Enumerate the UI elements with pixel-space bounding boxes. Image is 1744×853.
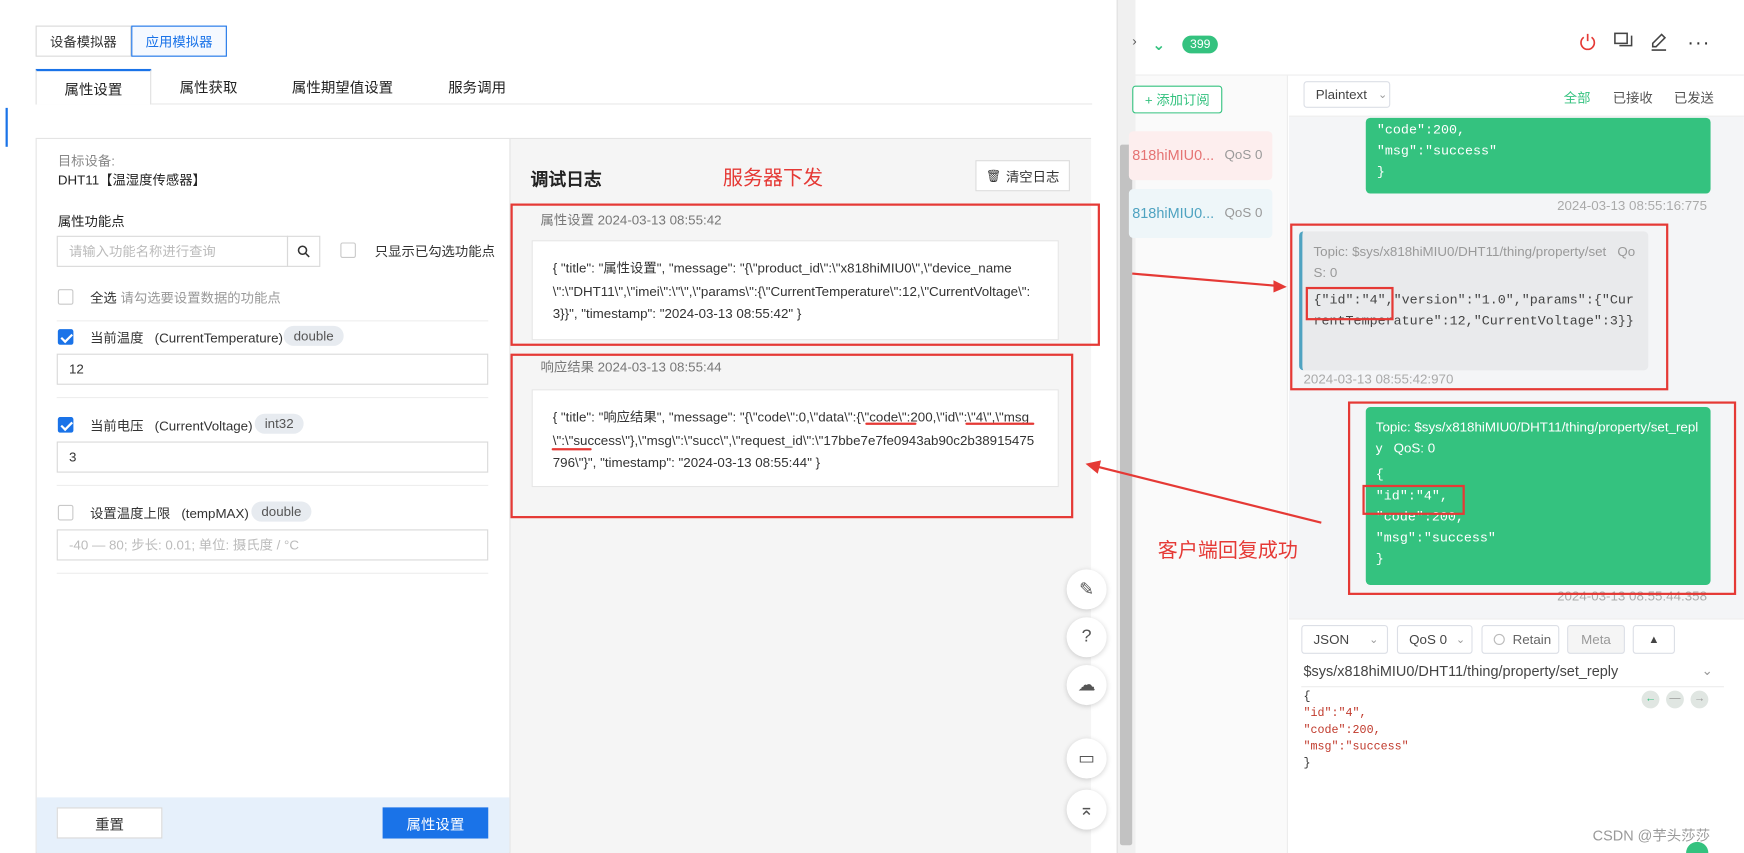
watermark: CSDN @芋头莎莎: [1592, 827, 1711, 845]
current-voltage-input[interactable]: 3: [56, 441, 489, 473]
only-checked-label: 只显示已勾选功能点: [374, 243, 495, 260]
only-checked-checkbox[interactable]: [340, 242, 356, 259]
next-icon[interactable]: →: [1690, 690, 1709, 709]
subtab-divider: [35, 103, 1093, 105]
select-all-label: 全选 请勾选要设置数据的功能点: [90, 290, 281, 306]
nav-indicator: [5, 107, 8, 147]
received-message-bubble: Topic: $sys/x818hiMIU0/DHT11/thing/prope…: [1299, 231, 1649, 371]
message-time: 2024-03-13 08:55:44:358: [1557, 588, 1708, 604]
log-entry-body: { "title": "属性设置", "message": "{\"produc…: [531, 240, 1059, 341]
sent-message-bubble: "code":200, "msg":"success"}: [1365, 117, 1711, 194]
underline-mark: [965, 422, 1035, 425]
add-subscription-button[interactable]: + 添加订阅: [1132, 85, 1223, 114]
property-search-input[interactable]: 请输入功能名称进行查询: [56, 235, 289, 267]
log-entry-header: 响应结果 2024-03-13 08:55:44: [540, 359, 722, 375]
previous-icon[interactable]: ←: [1641, 690, 1660, 709]
reset-icon[interactable]: —: [1666, 690, 1684, 709]
divider: [56, 572, 489, 574]
subscription-topic: 818hiMIU0...: [1132, 146, 1215, 164]
chevron-icon[interactable]: ›: [1132, 33, 1136, 49]
subscription-item[interactable]: 818hiMIU0... QoS 0: [1128, 189, 1273, 238]
publish-topic-input[interactable]: $sys/x818hiMIU0/DHT11/thing/property/set…: [1303, 663, 1618, 680]
tab-app-simulator[interactable]: 应用模拟器: [131, 25, 227, 57]
chevron-down-icon[interactable]: ⌄: [1702, 663, 1713, 679]
double-chevron-down-icon[interactable]: ⌄: [1152, 36, 1165, 55]
publish-format-select[interactable]: JSON ⌄: [1301, 625, 1389, 654]
support-icon[interactable]: ☁: [1066, 665, 1107, 706]
scroll-top-icon[interactable]: ⌅: [1066, 789, 1107, 830]
payload-format-select[interactable]: Plaintext ⌄: [1303, 81, 1391, 108]
edit-icon[interactable]: ✎: [1066, 569, 1107, 610]
message-time: 2024-03-13 08:55:42:970: [1303, 371, 1454, 388]
divider: [56, 484, 489, 486]
message-time: 2024-03-13 08:55:16:775: [1557, 197, 1708, 214]
chevron-down-icon: ⌄: [1455, 633, 1466, 646]
retain-toggle[interactable]: Retain: [1481, 625, 1560, 654]
chevron-down-icon: ⌄: [1378, 88, 1388, 101]
filter-all[interactable]: 全部: [1564, 88, 1591, 107]
filter-received[interactable]: 已接收: [1613, 88, 1653, 107]
scrollbar-thumb[interactable]: [1119, 144, 1133, 846]
debug-log-title: 调试日志: [530, 171, 602, 191]
subtab-property-get[interactable]: 属性获取: [161, 69, 256, 102]
property-label-current-temperature: 当前温度 (CurrentTemperature): [90, 330, 283, 346]
radio-icon: [1493, 633, 1505, 646]
divider: [1301, 686, 1724, 688]
reset-button[interactable]: 重置: [56, 807, 163, 839]
underline-mark: [551, 448, 592, 451]
search-button[interactable]: [286, 235, 321, 267]
subtab-service-call[interactable]: 服务调用: [434, 69, 521, 102]
type-tag: int32: [254, 413, 304, 434]
sent-message-bubble: Topic: $sys/x818hiMIU0/DHT11/thing/prope…: [1365, 407, 1711, 585]
temp-max-input[interactable]: -40 — 80; 步长: 0.01; 单位: 摄氏度 / °C: [56, 529, 489, 561]
property-checkbox-current-temperature[interactable]: [57, 329, 74, 345]
minimize-icon[interactable]: ▭: [1066, 738, 1107, 779]
more-icon[interactable]: ···: [1687, 31, 1710, 54]
meta-button[interactable]: Meta: [1567, 625, 1625, 654]
property-label-current-voltage: 当前电压 (CurrentVoltage): [90, 418, 253, 434]
subscription-item[interactable]: 818hiMIU0... QoS 0: [1128, 131, 1273, 181]
search-icon: [297, 245, 310, 258]
property-checkbox-temp-max[interactable]: [57, 504, 74, 521]
target-device-label: 目标设备:: [57, 153, 115, 170]
target-device-name: DHT11【温湿度传感器】: [57, 172, 206, 188]
underline-mark: [865, 422, 917, 425]
trash-icon: 🗑: [985, 169, 1002, 183]
property-points-label: 属性功能点: [57, 213, 125, 230]
subscription-qos: QoS 0: [1224, 146, 1263, 163]
current-temperature-input[interactable]: 12: [56, 353, 489, 385]
publish-payload-editor[interactable]: { "id":"4", "code":200, "msg":"success" …: [1303, 690, 1408, 773]
divider: [56, 397, 489, 399]
subscription-topic: 818hiMIU0...: [1132, 204, 1215, 222]
log-entry-header: 属性设置 2024-03-13 08:55:42: [540, 212, 722, 228]
filter-sent[interactable]: 已发送: [1674, 88, 1714, 107]
chevron-down-icon: ⌄: [1369, 633, 1379, 646]
publish-qos-select[interactable]: QoS 0 ⌄: [1396, 625, 1473, 654]
type-tag: double: [251, 501, 312, 522]
message-count-badge: 399: [1182, 35, 1219, 54]
type-tag: double: [283, 325, 344, 346]
annotation-client-reply: 客户端回复成功: [1157, 539, 1298, 562]
divider: [56, 320, 489, 322]
property-set-submit-button[interactable]: 属性设置: [382, 807, 489, 839]
select-all-hint: 请勾选要设置数据的功能点: [120, 290, 281, 306]
subtab-property-set[interactable]: 属性设置: [35, 68, 152, 105]
chat-icon[interactable]: [1614, 32, 1634, 51]
annotation-server-send: 服务器下发: [722, 166, 824, 190]
property-label-temp-max: 设置温度上限 (tempMAX): [90, 506, 249, 522]
tab-device-simulator[interactable]: 设备模拟器: [35, 25, 132, 57]
select-all-checkbox[interactable]: [57, 289, 74, 305]
power-icon[interactable]: [1578, 32, 1597, 51]
edit-icon[interactable]: [1649, 32, 1668, 51]
clear-log-button[interactable]: 🗑 清空日志: [975, 160, 1070, 192]
log-entry-body: { "title": "响应结果", "message": "{\"code\"…: [531, 389, 1059, 488]
subscription-qos: QoS 0: [1224, 204, 1263, 221]
expand-up-icon[interactable]: ▲: [1632, 625, 1675, 654]
subtab-property-expected[interactable]: 属性期望值设置: [276, 69, 409, 102]
property-checkbox-current-voltage[interactable]: [57, 417, 74, 433]
help-icon[interactable]: ?: [1066, 617, 1107, 658]
